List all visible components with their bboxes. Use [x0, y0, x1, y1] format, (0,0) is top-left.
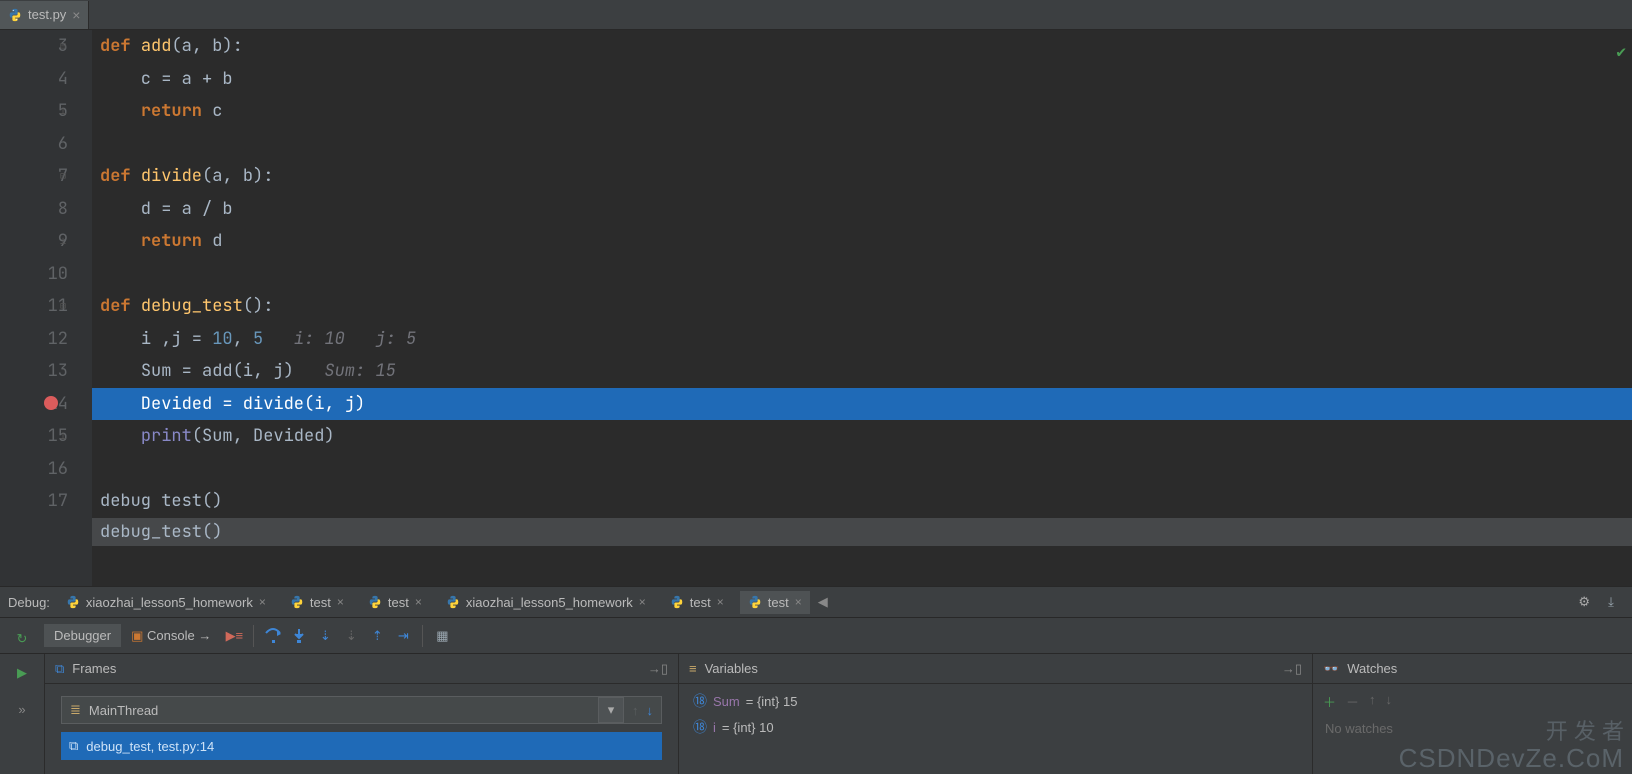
- chevron-down-icon[interactable]: ▾: [598, 697, 624, 723]
- variables-icon: ≡: [689, 661, 697, 676]
- show-execution-point-icon[interactable]: ▶≡: [221, 623, 247, 649]
- debug-tab[interactable]: test×: [282, 591, 352, 614]
- evaluate-expression-icon[interactable]: ▦: [429, 623, 455, 649]
- force-step-into-icon[interactable]: ⇣: [338, 623, 364, 649]
- frames-panel: ⧉ Frames →▯ ≣ MainThread ▾ ↑ ↓ ⧉ debug_t…: [44, 654, 678, 774]
- remove-watch-icon[interactable]: －: [1346, 692, 1359, 711]
- debug-tab[interactable]: xiaozhai_lesson5_homework×: [58, 591, 274, 614]
- variable-row[interactable]: ⑱ Sum = {int} 15: [687, 688, 1304, 714]
- debug-tab[interactable]: test×: [360, 591, 430, 614]
- step-over-icon[interactable]: [260, 623, 286, 649]
- add-watch-icon[interactable]: ＋: [1323, 692, 1336, 711]
- prev-frame-icon[interactable]: ↑: [632, 703, 639, 718]
- frames-title: Frames: [72, 661, 116, 676]
- restore-layout-icon[interactable]: →▯: [648, 661, 668, 677]
- debug-tab[interactable]: test×: [662, 591, 732, 614]
- code-area[interactable]: def add(a, b): c = a + b return c def di…: [92, 30, 1632, 586]
- watches-title: Watches: [1347, 661, 1397, 676]
- gutter: 3⊟ 4 5⊥ 6 7⊟ 8 9⊥ 10 11⊟ 12 13 14 15⊥ 16…: [0, 30, 92, 586]
- console-tab[interactable]: ▣ Console →: [121, 624, 221, 648]
- debug-panels: ▶ » ⧉ Frames →▯ ≣ MainThread ▾ ↑ ↓ ⧉ deb…: [0, 654, 1632, 774]
- next-frame-icon[interactable]: ↓: [647, 703, 654, 718]
- variable-row[interactable]: ⑱ i = {int} 10: [687, 714, 1304, 740]
- resume-icon[interactable]: ▶: [9, 660, 35, 686]
- variables-title: Variables: [705, 661, 758, 676]
- debug-tab[interactable]: xiaozhai_lesson5_homework×: [438, 591, 654, 614]
- rerun-icon[interactable]: ↻: [9, 626, 35, 652]
- breakpoint-icon[interactable]: [44, 396, 58, 410]
- line-number: 3⊟: [0, 30, 68, 63]
- var-icon: ⑱: [693, 717, 707, 737]
- step-into-mycode-icon[interactable]: ⇣: [312, 623, 338, 649]
- var-icon: ⑱: [693, 691, 707, 711]
- step-into-icon[interactable]: [286, 623, 312, 649]
- close-icon[interactable]: ×: [72, 7, 80, 23]
- debug-toolbar: ↻ Debugger ▣ Console → ▶≡ ⇣ ⇣ ⇡ ⇥ ▦: [0, 618, 1632, 654]
- debug-session-tabs: Debug: xiaozhai_lesson5_homework× test× …: [0, 586, 1632, 618]
- completion-hint: debug_test(): [92, 518, 1632, 546]
- watches-panel: 👓 Watches ＋ － ↑ ↓ No watches 开 发 者 CSDND…: [1312, 654, 1632, 774]
- scroll-left-icon[interactable]: ◀: [818, 594, 828, 610]
- thread-selector[interactable]: ≣ MainThread ▾ ↑ ↓: [61, 696, 662, 724]
- python-icon: [66, 595, 80, 609]
- file-tab-test[interactable]: test.py ×: [0, 1, 89, 29]
- thread-icon: ≣: [70, 702, 81, 718]
- stack-frame-row[interactable]: ⧉ debug_test, test.py:14: [61, 732, 662, 760]
- move-down-icon[interactable]: ↓: [1386, 692, 1393, 711]
- code-editor[interactable]: ✔ 3⊟ 4 5⊥ 6 7⊟ 8 9⊥ 10 11⊟ 12 13 14 15⊥ …: [0, 30, 1632, 586]
- debugger-tab[interactable]: Debugger: [44, 624, 121, 647]
- settings-icon[interactable]: ⚙: [1578, 594, 1590, 610]
- step-out-icon[interactable]: ⇡: [364, 623, 390, 649]
- run-to-cursor-icon[interactable]: ⇥: [390, 623, 416, 649]
- frames-icon: ⧉: [55, 661, 64, 677]
- glasses-icon: 👓: [1323, 661, 1339, 677]
- watermark: CSDNDevZe.CoM: [1399, 743, 1624, 774]
- python-icon: [8, 8, 22, 22]
- frame-icon: ⧉: [69, 738, 78, 754]
- watermark: 开 发 者: [1546, 714, 1624, 746]
- restore-layout-icon[interactable]: →▯: [1282, 661, 1302, 677]
- debug-label: Debug:: [8, 595, 50, 610]
- file-tab-label: test.py: [28, 7, 66, 22]
- debug-tab-active[interactable]: test×: [740, 591, 810, 614]
- pin-icon[interactable]: ⤓: [1598, 589, 1624, 615]
- more-icon[interactable]: »: [9, 696, 35, 722]
- variables-panel: ≡ Variables →▯ ⑱ Sum = {int} 15 ⑱ i = {i…: [678, 654, 1312, 774]
- editor-tabbar: test.py ×: [0, 0, 1632, 30]
- close-icon[interactable]: ×: [259, 595, 266, 609]
- current-execution-line: Devided = divide(i, j): [92, 388, 1632, 421]
- thread-name: MainThread: [89, 703, 158, 718]
- move-up-icon[interactable]: ↑: [1369, 692, 1376, 711]
- stack-frame-label: debug_test, test.py:14: [86, 739, 214, 754]
